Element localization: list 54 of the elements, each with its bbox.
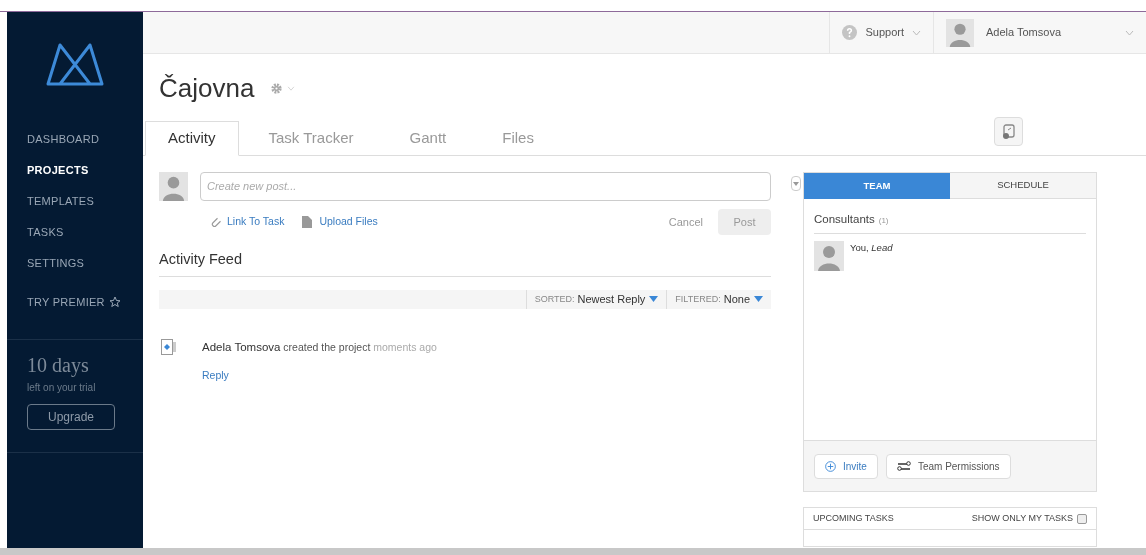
member-avatar — [814, 241, 844, 272]
tab[interactable]: Activity — [145, 121, 239, 156]
notebook-icon — [1000, 123, 1017, 140]
team-permissions-button[interactable]: Team Permissions — [885, 453, 1011, 479]
caret-icon — [754, 296, 763, 303]
project-icon — [161, 338, 176, 355]
filter-option: SHOW ONLY MY TASKS — [971, 511, 1073, 526]
filter-dropdown[interactable]: None — [723, 291, 763, 308]
link-to-task-link[interactable]: Link To Task — [227, 214, 285, 230]
trial-note: left on your trial — [27, 381, 97, 395]
checkbox[interactable] — [1077, 513, 1087, 524]
support-menu[interactable]: Support — [865, 24, 904, 41]
plus-circle-icon — [825, 460, 836, 472]
section-title: Activity Feed — [159, 249, 771, 277]
chevron-icon — [912, 29, 921, 36]
chevron-icon — [1125, 29, 1134, 36]
star-icon — [108, 296, 121, 308]
sliders-icon — [896, 461, 911, 471]
gear-icon[interactable] — [270, 81, 284, 95]
upgrade-button[interactable]: Upgrade — [27, 404, 115, 430]
user-menu[interactable]: Adela Tomsova — [986, 24, 1113, 41]
panel-tab[interactable]: TEAM — [804, 173, 950, 199]
trial-days: 10 days — [27, 350, 123, 380]
group-title: Consultants — [814, 212, 875, 227]
nav-link[interactable]: DASHBOARD — [7, 124, 143, 155]
help-icon — [842, 25, 858, 40]
invite-button[interactable]: Invite — [814, 453, 878, 479]
upcoming-title: UPCOMING TASKS — [813, 511, 894, 525]
sort-dropdown[interactable]: Newest Reply — [577, 291, 659, 308]
paperclip-icon — [210, 216, 222, 228]
feed-entry: Adela Tomsova created the project moments ago — [202, 339, 437, 355]
file-icon — [302, 216, 313, 228]
group-count: (1) — [878, 215, 889, 227]
nav-link[interactable]: TASKS — [7, 217, 143, 248]
member-name: You, Lead — [850, 241, 893, 256]
nav-link[interactable]: TEMPLATES — [7, 186, 143, 217]
caret-icon — [649, 296, 659, 303]
user-avatar — [159, 172, 188, 201]
post-field[interactable]: Create new post... — [200, 172, 771, 201]
nav-link[interactable]: PROJECTS — [7, 155, 143, 186]
sort-label: SORTED: — [534, 292, 575, 306]
panel-tab[interactable]: SCHEDULE — [950, 173, 1096, 199]
logo-icon — [45, 42, 105, 88]
panel-toggle[interactable] — [791, 176, 801, 191]
reply-link[interactable]: Reply — [202, 368, 437, 384]
user-avatar — [946, 18, 974, 47]
caret-icon — [793, 181, 799, 186]
activity-icon-button[interactable] — [994, 117, 1023, 146]
project-title: Čajovna — [159, 71, 255, 105]
try-premier-link[interactable]: TRY PREMIER — [27, 293, 105, 311]
upload-files-link[interactable]: Upload Files — [319, 214, 378, 230]
nav-link[interactable]: SETTINGS — [7, 248, 143, 279]
filter-label: FILTERED: — [675, 292, 721, 306]
chevron-icon — [287, 85, 296, 91]
